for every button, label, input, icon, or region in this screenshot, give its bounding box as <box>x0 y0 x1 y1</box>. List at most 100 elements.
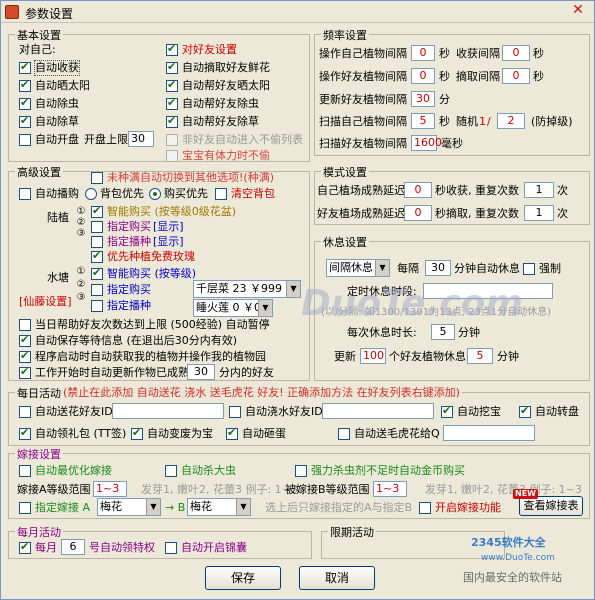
view-graft-table-button[interactable]: 查看嫁接表 <box>519 496 583 516</box>
help-sun-checkbox[interactable] <box>166 79 178 92</box>
refresh-time-input[interactable]: 5 <box>467 348 493 364</box>
open-func-label[interactable]: 开启嫁接功能 <box>435 501 501 515</box>
gift-bag-label[interactable]: 自动领礼包 (TT签) <box>35 427 126 441</box>
auto-sun-label[interactable]: 自动晒太阳 <box>35 79 90 93</box>
assign-buy-label[interactable]: 指定购买 <box>107 220 151 234</box>
assign-buy-checkbox[interactable] <box>91 221 103 233</box>
refresh-input[interactable]: 100 <box>360 348 386 364</box>
auto-fetch-label[interactable]: 程序启动时自动获取我的植物并操作我的植物园 <box>35 350 266 364</box>
treasure-no-steal-checkbox[interactable] <box>166 150 178 162</box>
assign-plant2-checkbox[interactable] <box>91 300 103 312</box>
force-label[interactable]: 强制 <box>539 262 561 276</box>
cancel-button[interactable]: 取消 <box>299 566 375 590</box>
plant-select[interactable]: 千层菜 23 ￥999 ▼ <box>193 280 301 298</box>
auto-chest-label[interactable]: 自动开启锦囊 <box>181 541 247 555</box>
graft-a-select[interactable]: 梅花 ▼ <box>97 498 161 516</box>
random-max-input[interactable]: 2 <box>497 113 525 129</box>
help-grass-label[interactable]: 自动帮好友除草 <box>182 115 259 129</box>
scan-self-input[interactable]: 5 <box>411 113 435 129</box>
assign-buy2-checkbox[interactable] <box>91 284 103 296</box>
pick-interval-input[interactable]: 0 <box>502 68 530 84</box>
save-button[interactable]: 保存 <box>205 566 281 590</box>
auto-weed-checkbox[interactable] <box>19 97 31 110</box>
pack-first-label[interactable]: 背包优先 <box>100 187 144 201</box>
rose-first-label[interactable]: 优先种植免费玫瑰 <box>107 250 195 264</box>
auto-optimal-label[interactable]: 自动最优化嫁接 <box>35 464 112 478</box>
per-month-label[interactable]: 每月 <box>35 541 57 555</box>
op-friend-input[interactable]: 0 <box>411 68 435 84</box>
pet-egg-checkbox[interactable] <box>226 427 238 440</box>
assign-plant-checkbox[interactable] <box>91 236 103 248</box>
gift-bag-checkbox[interactable] <box>19 427 31 440</box>
auto-seed-checkbox[interactable] <box>19 188 31 200</box>
graft-b-select[interactable]: 梅花 ▼ <box>187 498 251 516</box>
pet-egg-label[interactable]: 自动砸蛋 <box>242 427 286 441</box>
send-flower-id-input[interactable] <box>112 403 224 419</box>
auto-open-checkbox[interactable] <box>19 134 31 146</box>
send-maohu-checkbox[interactable] <box>338 428 350 440</box>
per-month-checkbox[interactable] <box>19 541 31 554</box>
help-grass-checkbox[interactable] <box>166 115 178 128</box>
show-link-1[interactable]: [显示] <box>153 220 184 234</box>
friend-settings-label[interactable]: 对好友设置 <box>182 43 237 57</box>
water-friend-label[interactable]: 自动浇水好友ID <box>245 405 323 419</box>
auto-open-label[interactable]: 自动开盘 <box>35 133 79 147</box>
buy-first-label[interactable]: 购买优先 <box>164 187 208 201</box>
friend-repeat-input[interactable]: 1 <box>524 205 554 221</box>
auto-turn-label[interactable]: 自动转盘 <box>535 405 579 419</box>
limit-pause-label[interactable]: 当日帮助好友次数达到上限 (500经验) 自动暂停 <box>35 318 270 332</box>
op-self-input[interactable]: 0 <box>411 45 435 61</box>
strong-kill-label[interactable]: 强力杀虫剂不足时自动金币购买 <box>311 464 465 478</box>
auto-turn-checkbox[interactable] <box>519 405 531 418</box>
friend-delay-input[interactable]: 0 <box>404 205 432 221</box>
steal-fresh-checkbox[interactable] <box>166 61 178 74</box>
open-limit-input[interactable]: 30 <box>128 131 154 147</box>
assign-plant2-label[interactable]: 指定播种 <box>107 299 151 313</box>
auto-harvest-checkbox[interactable] <box>19 61 31 74</box>
save-wait-label[interactable]: 自动保存等待信息 (在退出后30分内有效) <box>35 334 237 348</box>
force-checkbox[interactable] <box>523 263 535 275</box>
close-icon[interactable]: ✕ <box>568 3 588 20</box>
auto-chest-checkbox[interactable] <box>165 542 177 554</box>
update-start-checkbox[interactable] <box>19 366 31 379</box>
day-input[interactable]: 6 <box>61 539 85 555</box>
auto-weed-label[interactable]: 自动除虫 <box>35 97 79 111</box>
rose-first-checkbox[interactable] <box>91 250 103 263</box>
range-a-input[interactable]: 1~3 <box>93 481 127 497</box>
auto-fetch-checkbox[interactable] <box>19 350 31 363</box>
smart-buy2-label[interactable]: 智能购买 (按等级) <box>107 267 196 281</box>
help-weed-label[interactable]: 自动帮好友除虫 <box>182 97 259 111</box>
auto-grass-label[interactable]: 自动除草 <box>35 115 79 129</box>
each-input[interactable]: 5 <box>431 324 455 340</box>
change-treasure-checkbox[interactable] <box>131 427 143 440</box>
assign-graft-checkbox[interactable] <box>19 502 31 514</box>
update-friend-input[interactable]: 30 <box>411 91 435 107</box>
help-weed-checkbox[interactable] <box>166 97 178 110</box>
auto-kill-label[interactable]: 自动杀大虫 <box>181 464 236 478</box>
smart-buy-checkbox[interactable] <box>91 205 103 218</box>
auto-grass-checkbox[interactable] <box>19 115 31 128</box>
friend-settings-checkbox[interactable] <box>166 43 178 56</box>
show-link-2[interactable]: [显示] <box>153 235 184 249</box>
assign-buy2-label[interactable]: 指定购买 <box>107 283 151 297</box>
scan-friend-input[interactable]: 1600 <box>411 135 442 151</box>
steal-fresh-label[interactable]: 自动摘取好友鲜花 <box>182 61 270 75</box>
send-flower-label[interactable]: 自动送花好友ID <box>35 405 113 419</box>
rest-mode-select[interactable]: 间隔休息 ▼ <box>326 259 390 277</box>
auto-optimal-checkbox[interactable] <box>19 465 31 477</box>
nonfriend-enter-label[interactable]: 非好友自动进入不偷列表 <box>182 133 303 147</box>
send-maohu-q-input[interactable] <box>443 425 535 441</box>
pack-first-radio[interactable] <box>85 188 97 200</box>
clear-pack-checkbox[interactable] <box>215 188 227 200</box>
clear-pack-label[interactable]: 清空背包 <box>231 187 275 201</box>
open-func-checkbox[interactable] <box>419 502 431 514</box>
self-repeat-input[interactable]: 1 <box>524 182 554 198</box>
update-start-label[interactable]: 工作开始时自动更新作物已成熟 <box>35 366 189 380</box>
save-wait-checkbox[interactable] <box>19 334 31 347</box>
range-b-input[interactable]: 1~3 <box>373 481 407 497</box>
plant-select-2[interactable]: 睡火莲 0 ￥0 ▼ <box>193 299 273 317</box>
water-friend-id-input[interactable] <box>322 403 434 419</box>
assign-graft-label[interactable]: 指定嫁接 A <box>35 501 90 515</box>
water-friend-checkbox[interactable] <box>229 406 241 418</box>
update-start-input[interactable]: 30 <box>187 364 215 380</box>
